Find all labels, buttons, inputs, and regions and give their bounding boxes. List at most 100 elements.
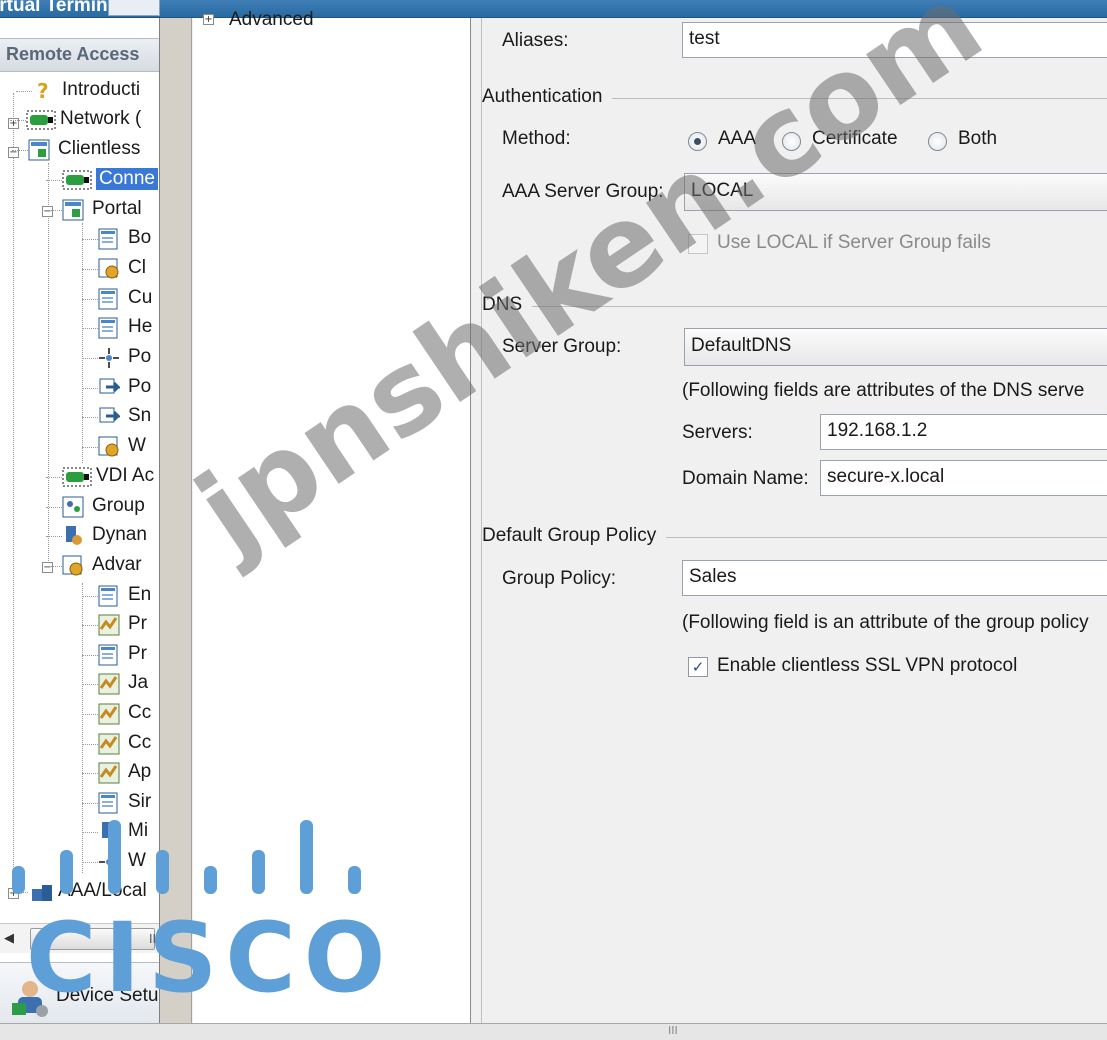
method-label: Method: [502, 128, 571, 149]
expand-advanced-list-toggle[interactable]: + [203, 14, 214, 25]
tree-line [82, 328, 98, 329]
check-icon [98, 614, 120, 636]
arrows-icon [98, 347, 120, 369]
method-both-label[interactable]: Both [958, 128, 997, 150]
plugin-icon [98, 377, 122, 399]
cisco-logo-word: CISCO [26, 902, 394, 1014]
tree-line [82, 773, 98, 774]
group-icon [62, 496, 84, 518]
tree-line [82, 417, 98, 418]
collapse-portal-toggle[interactable]: − [42, 206, 53, 217]
nav-item-label: Ja [128, 672, 149, 693]
domain-name-label: Domain Name: [682, 468, 809, 489]
aliases-label: Aliases: [502, 30, 569, 51]
user-icon [62, 525, 84, 547]
net-icon [62, 466, 92, 488]
tree-line [82, 239, 98, 240]
tree-line [82, 299, 98, 300]
tree-line [13, 93, 14, 893]
enable-clientless-ssl-label: Enable clientless SSL VPN protocol [717, 655, 1018, 676]
default-group-policy-section: Default Group Policy [482, 525, 1107, 549]
authentication-section-title: Authentication [482, 86, 613, 108]
nav-item-label: Cc [128, 702, 152, 723]
tree-line [82, 269, 98, 270]
nav-item-label: Network ( [60, 108, 142, 129]
window-title: irtual Terminal [0, 0, 124, 16]
tree-line [46, 210, 62, 211]
doc-icon [98, 585, 120, 607]
check-icon [98, 673, 120, 695]
tree-line [82, 358, 98, 359]
nav-item-label: Cc [128, 732, 152, 753]
nav-item-label: En [128, 584, 152, 605]
remote-access-header-label: Remote Access [6, 44, 140, 64]
remote-access-header[interactable]: Remote Access [0, 38, 159, 72]
doc-icon [98, 317, 120, 339]
check-icon [98, 733, 120, 755]
server-group-select[interactable]: DefaultDNS [684, 328, 1107, 366]
net-icon [26, 109, 56, 131]
nav-item-label: Portal [92, 198, 142, 219]
tree-line [82, 223, 83, 463]
gear-icon [98, 258, 120, 280]
nav-item-label: Cu [128, 287, 153, 308]
svg-text:?: ? [37, 80, 49, 102]
tree-line [82, 596, 98, 597]
portal-icon [62, 199, 84, 221]
nav-item-label: Sn [128, 405, 152, 426]
status-bar: III [0, 1023, 1107, 1040]
help-icon: ? [32, 79, 54, 103]
gear-icon [98, 436, 120, 458]
enable-clientless-ssl-checkbox[interactable]: ✓ [688, 657, 708, 677]
nav-item-label: Ap [128, 761, 152, 782]
tree-line [82, 447, 98, 448]
tree-line [46, 477, 62, 478]
advanced-list-item[interactable]: Advanced [229, 9, 314, 31]
gear-icon [62, 555, 84, 577]
nav-item-label: Sir [128, 791, 152, 812]
nav-item-label: VDI Ac [96, 465, 155, 486]
servers-input[interactable]: 192.168.1.2 [820, 414, 1107, 450]
tree-line [46, 507, 62, 508]
dns-note: (Following fields are attributes of the … [682, 380, 1085, 401]
nav-item-label: He [128, 316, 153, 337]
check-icon [98, 703, 120, 725]
tree-line [82, 803, 98, 804]
status-bar-grip[interactable]: III [668, 1024, 678, 1037]
group-policy-note: (Following field is an attribute of the … [682, 612, 1089, 633]
use-local-label: Use LOCAL if Server Group fails [717, 232, 991, 253]
nav-item-label: Conne [96, 168, 158, 190]
plugin-icon [98, 406, 122, 428]
nav-item-label: Introducti [62, 79, 141, 100]
tree-line [48, 163, 49, 563]
nav-item-label: Pr [128, 613, 147, 634]
net-icon [62, 169, 92, 191]
doc-icon [98, 792, 120, 814]
check-icon [98, 762, 120, 784]
group-policy-label: Group Policy: [502, 568, 617, 589]
tree-line [12, 150, 28, 151]
group-policy-select[interactable]: Sales [682, 560, 1107, 596]
nav-item-label: Po [128, 376, 152, 397]
tree-line [82, 684, 98, 685]
servers-label: Servers: [682, 422, 753, 443]
method-both-radio[interactable] [928, 132, 947, 151]
nav-item-label: Advar [92, 554, 142, 575]
tree-line [46, 536, 62, 537]
tree-line [46, 566, 62, 567]
domain-name-input[interactable]: secure-x.local [820, 460, 1107, 496]
tree-line [82, 655, 98, 656]
nav-item-label: Po [128, 346, 152, 367]
cisco-logo: CISCO [0, 816, 385, 1016]
nav-item-label: Cl [128, 257, 146, 278]
collapse-clientless-toggle[interactable]: − [8, 147, 19, 158]
nav-item-label: Dynan [92, 524, 147, 545]
nav-item-label: Pr [128, 643, 147, 664]
doc-icon [98, 228, 120, 250]
tree-line [82, 714, 98, 715]
title-bar-button[interactable] [108, 0, 160, 16]
nav-item-label: Clientless [58, 138, 141, 159]
doc-icon [98, 644, 120, 666]
tree-line [10, 120, 26, 121]
collapse-advanced-toggle[interactable]: − [42, 562, 53, 573]
